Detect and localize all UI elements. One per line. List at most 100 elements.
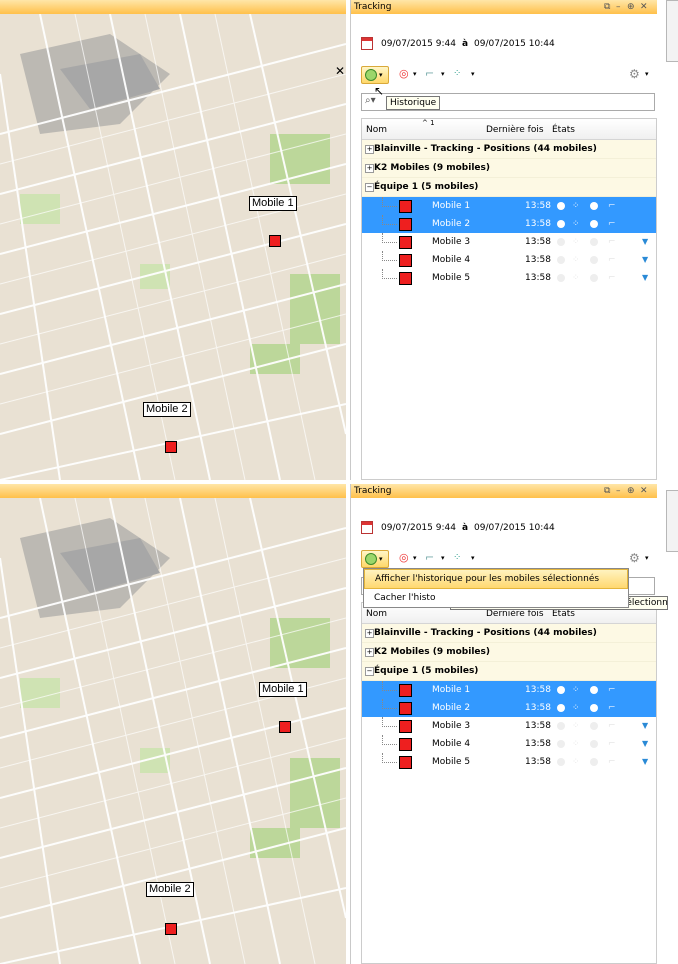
mobile-row[interactable]: Mobile 2 13:58 ⁘ ⌐ xyxy=(362,215,656,233)
pin-icon[interactable]: ⊕ xyxy=(627,0,635,14)
mobile-row[interactable]: Mobile 1 13:58 ⁘ ⌐ xyxy=(362,197,656,215)
state-nodes-icon: ⁘ xyxy=(572,201,580,211)
network-icon[interactable]: ⁘ xyxy=(453,550,461,566)
dropdown-arrow-icon[interactable]: ▾ xyxy=(379,551,383,567)
row-dropdown-icon[interactable]: ▼ xyxy=(642,269,648,287)
group-equipe-1[interactable]: − Équipe 1 (5 mobiles) xyxy=(362,178,656,197)
state-route-icon: ⌐ xyxy=(608,757,616,767)
target-icon[interactable]: ◎ xyxy=(399,66,409,82)
target-icon[interactable]: ◎ xyxy=(399,550,409,566)
history-button[interactable]: ▾ xyxy=(361,550,389,568)
state-circle-icon xyxy=(590,704,598,712)
expand-icon[interactable]: + xyxy=(365,629,374,638)
collapse-icon[interactable]: − xyxy=(365,183,374,192)
row-dropdown-icon[interactable]: ▼ xyxy=(642,717,648,735)
state-route-icon: ⌐ xyxy=(608,703,616,713)
map-view[interactable]: Mobile 1 Mobile 2 xyxy=(0,484,346,964)
settings-dropdown-icon[interactable]: ▾ xyxy=(645,66,649,82)
history-button[interactable]: ▾ xyxy=(361,66,389,84)
panel-title: Tracking xyxy=(354,486,392,496)
calendar-icon[interactable] xyxy=(361,521,373,534)
group-k2[interactable]: + K2 Mobiles (9 mobiles) xyxy=(362,159,656,178)
group-blainville[interactable]: + Blainville - Tracking - Positions (44 m… xyxy=(362,624,656,643)
panel-title-bar: Tracking ⧉ – ⊕ ✕ xyxy=(351,484,657,498)
column-states[interactable]: États xyxy=(552,609,575,619)
row-dropdown-icon[interactable]: ▼ xyxy=(642,753,648,771)
mobile-row[interactable]: Mobile 5 13:58 ⁘ ⌐ ▼ xyxy=(362,269,656,287)
minimize-icon[interactable]: – xyxy=(616,0,621,14)
expand-icon[interactable]: + xyxy=(365,145,374,154)
network-dropdown-icon[interactable]: ▾ xyxy=(471,66,475,82)
state-dot-icon xyxy=(557,238,565,246)
calendar-icon[interactable] xyxy=(361,37,373,50)
mobile-row[interactable]: Mobile 3 13:58 ⁘ ⌐ ▼ xyxy=(362,233,656,251)
side-tab[interactable] xyxy=(666,490,678,552)
mobile-1-marker[interactable] xyxy=(269,235,281,247)
collapse-icon[interactable]: − xyxy=(365,667,374,676)
close-panel-icon[interactable]: ✕ xyxy=(640,484,648,498)
settings-dropdown-icon[interactable]: ▾ xyxy=(645,550,649,566)
history-icon xyxy=(365,69,377,81)
date-to[interactable]: 09/07/2015 10:44 xyxy=(474,39,555,49)
mobile-row[interactable]: Mobile 3 13:58 ⁘ ⌐ ▼ xyxy=(362,717,656,735)
target-dropdown-icon[interactable]: ▾ xyxy=(413,550,417,566)
minimize-icon[interactable]: – xyxy=(616,484,621,498)
expand-icon[interactable]: + xyxy=(365,164,374,173)
column-name[interactable]: Nom xyxy=(366,125,387,135)
mobile-row[interactable]: Mobile 5 13:58 ⁘ ⌐ ▼ xyxy=(362,753,656,771)
mobile-1-marker[interactable] xyxy=(279,721,291,733)
settings-icon[interactable]: ⚙ xyxy=(629,550,640,566)
mobile-2-marker[interactable] xyxy=(165,923,177,935)
mobile-status-icon xyxy=(399,720,412,733)
state-nodes-icon: ⁘ xyxy=(572,721,580,731)
mobile-last-time: 13:58 xyxy=(525,685,551,695)
row-dropdown-icon[interactable]: ▼ xyxy=(642,735,648,753)
route-icon[interactable]: ⌐ xyxy=(425,550,434,566)
network-dropdown-icon[interactable]: ▾ xyxy=(471,550,475,566)
mobile-name: Mobile 2 xyxy=(432,219,471,229)
mobile-status-icon xyxy=(399,236,412,249)
route-dropdown-icon[interactable]: ▾ xyxy=(441,550,445,566)
float-icon[interactable]: ⧉ xyxy=(604,484,610,498)
tree-line xyxy=(382,251,397,261)
map-view[interactable]: Mobile 1 Mobile 2 xyxy=(0,0,346,480)
date-from[interactable]: 09/07/2015 9:44 xyxy=(381,39,456,49)
menu-item-show-history[interactable]: Afficher l'historique pour les mobiles s… xyxy=(364,569,628,589)
dropdown-arrow-icon[interactable]: ▾ xyxy=(379,67,383,83)
column-last-time[interactable]: Dernière fois xyxy=(486,609,544,619)
mobile-row[interactable]: Mobile 1 13:58 ⁘ ⌐ xyxy=(362,681,656,699)
side-tab[interactable] xyxy=(666,0,678,62)
menu-item-hide-history[interactable]: Cacher l'histo xyxy=(364,589,628,607)
expand-icon[interactable]: + xyxy=(365,648,374,657)
column-states[interactable]: États xyxy=(552,125,575,135)
network-icon[interactable]: ⁘ xyxy=(453,66,461,82)
group-label: K2 Mobiles (9 mobiles) xyxy=(374,163,490,173)
route-icon[interactable]: ⌐ xyxy=(425,66,434,82)
group-equipe-1[interactable]: − Équipe 1 (5 mobiles) xyxy=(362,662,656,681)
target-dropdown-icon[interactable]: ▾ xyxy=(413,66,417,82)
pin-icon[interactable]: ⊕ xyxy=(627,484,635,498)
row-dropdown-icon[interactable]: ▼ xyxy=(642,233,648,251)
state-dot-icon xyxy=(557,740,565,748)
date-to[interactable]: 09/07/2015 10:44 xyxy=(474,523,555,533)
mobile-row[interactable]: Mobile 2 13:58 ⁘ ⌐ xyxy=(362,699,656,717)
column-last-time[interactable]: Dernière fois xyxy=(486,125,544,135)
float-icon[interactable]: ⧉ xyxy=(604,0,610,14)
sort-indicator: ^ 1 xyxy=(422,119,435,127)
group-blainville[interactable]: + Blainville - Tracking - Positions (44 m… xyxy=(362,140,656,159)
mobile-row[interactable]: Mobile 4 13:58 ⁘ ⌐ ▼ xyxy=(362,251,656,269)
settings-icon[interactable]: ⚙ xyxy=(629,66,640,82)
column-name[interactable]: Nom xyxy=(366,609,387,619)
group-label: Équipe 1 (5 mobiles) xyxy=(374,666,479,676)
mobile-row[interactable]: Mobile 4 13:58 ⁘ ⌐ ▼ xyxy=(362,735,656,753)
map-label-mobile-1: Mobile 1 xyxy=(249,196,297,211)
group-k2[interactable]: + K2 Mobiles (9 mobiles) xyxy=(362,643,656,662)
row-dropdown-icon[interactable]: ▼ xyxy=(642,251,648,269)
date-from[interactable]: 09/07/2015 9:44 xyxy=(381,523,456,533)
route-dropdown-icon[interactable]: ▾ xyxy=(441,66,445,82)
mobile-status-icon xyxy=(399,200,412,213)
close-panel-icon[interactable]: ✕ xyxy=(640,0,648,14)
mobile-2-marker[interactable] xyxy=(165,441,177,453)
close-icon[interactable]: ✕ xyxy=(335,64,345,78)
mobile-last-time: 13:58 xyxy=(525,219,551,229)
